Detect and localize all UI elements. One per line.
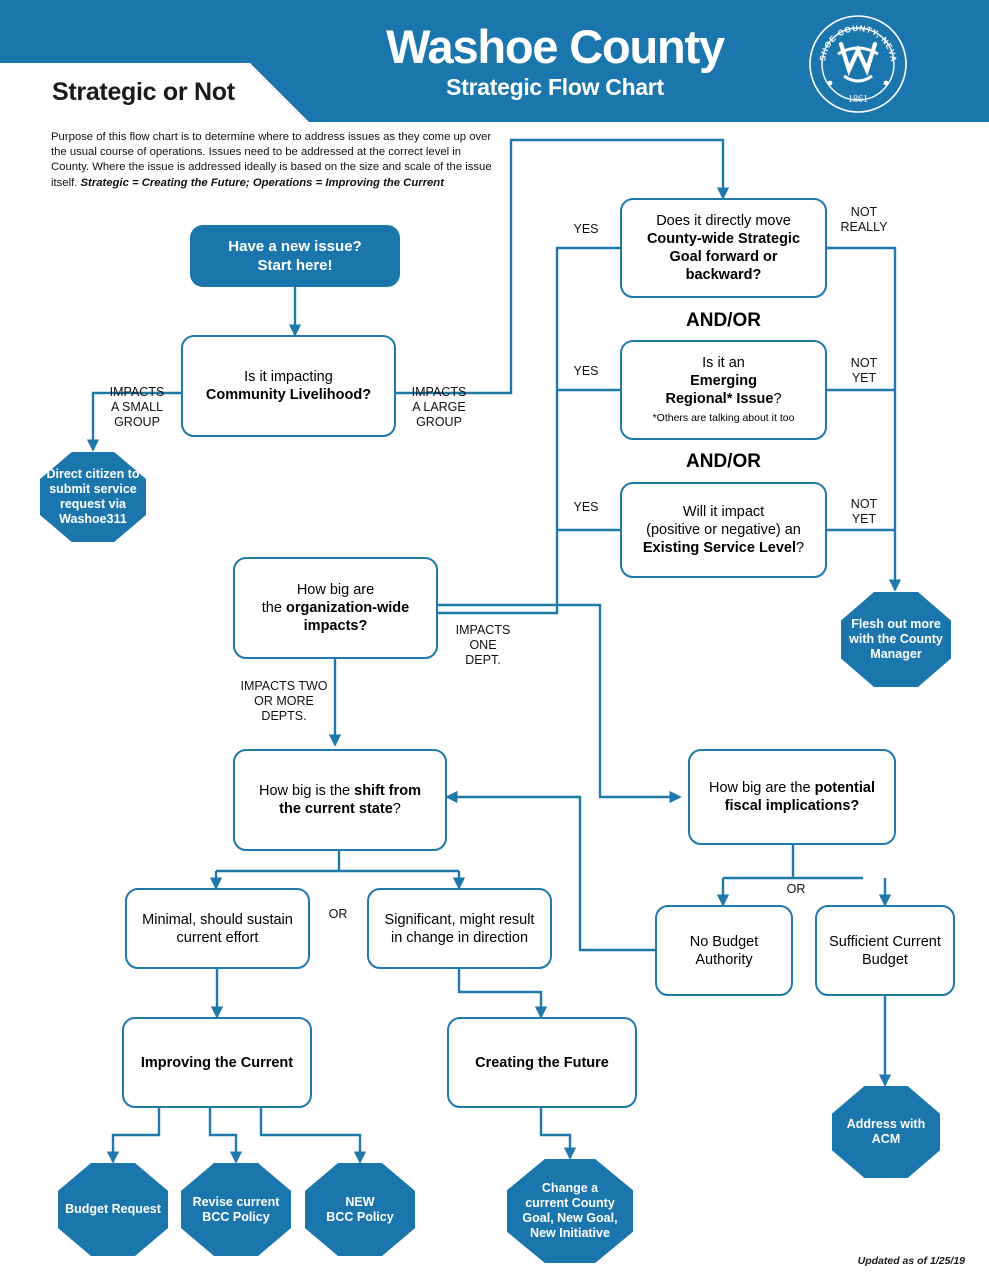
- node-organization-wide-impacts[interactable]: How big are the organization-wide impact…: [233, 557, 438, 659]
- node-change-goal-line4: New Initiative: [530, 1226, 610, 1240]
- node-shift-line2a: the current state: [279, 801, 393, 817]
- edge-label-impacts-one-dept: IMPACTS ONE DEPT.: [455, 623, 511, 667]
- node-no-budget-line1: No Budget: [689, 933, 759, 950]
- edge-label-or-right: OR: [786, 882, 806, 896]
- node-service-line1: Will it impact: [682, 504, 765, 520]
- node-orgwide-line1: How big are: [296, 582, 375, 598]
- edge-not-trunk-to-county-manager: [827, 246, 902, 592]
- node-improving-the-current[interactable]: Improving the Current: [122, 1017, 312, 1108]
- node-orgwide-line3: impacts?: [303, 618, 368, 634]
- edge-improving-to-new-bcc: [259, 1108, 367, 1164]
- node-strategic-goal-line1: Does it directly move: [656, 213, 791, 229]
- node-new-bcc-line2: BCC Policy: [326, 1209, 394, 1224]
- node-sufficient-line2: Budget: [862, 951, 908, 968]
- node-service-line4: ?: [796, 540, 805, 556]
- node-emerging-line4: ?: [773, 390, 782, 407]
- node-start-line2: Start here!: [257, 257, 333, 274]
- edge-label-not-yet-emerging: NOT YET: [850, 356, 878, 385]
- edge-creating-to-change-goal: [539, 1108, 577, 1160]
- node-community-line2: Community Livelihood?: [205, 387, 372, 403]
- node-shift-from-current-state[interactable]: How big is the shift from the current st…: [233, 749, 447, 851]
- node-fiscal-line1b: potential: [814, 780, 875, 796]
- node-existing-service-level[interactable]: Will it impact (positive or negative) an…: [620, 482, 827, 578]
- node-community-livelihood[interactable]: Is it impacting Community Livelihood?: [181, 335, 396, 437]
- node-change-goal-line2: current County: [525, 1196, 615, 1210]
- node-creating-text: Creating the Future: [475, 1054, 609, 1071]
- node-minimal-line1: Minimal, should sustain: [142, 911, 293, 928]
- connector-andor-2: AND/OR: [686, 451, 761, 472]
- node-significant-line2: in change in direction: [390, 929, 529, 946]
- node-no-budget-authority[interactable]: No Budget Authority: [655, 905, 793, 996]
- node-service-line3: Existing Service Level: [642, 540, 797, 556]
- node-orgwide-line2b: organization-wide: [285, 600, 410, 616]
- edge-label-impacts-two-or-more: IMPACTS TWO OR MORE DEPTS.: [240, 679, 328, 723]
- node-new-bcc-line1: NEW: [345, 1194, 375, 1209]
- node-sufficient-line1: Sufficient Current: [829, 933, 941, 950]
- node-county-manager-text: Flesh out more with the County Manager: [849, 617, 943, 661]
- node-emerging-regional[interactable]: Is it an Emerging Regional* Issue? *Othe…: [620, 340, 827, 440]
- edge-label-yes-service-level: YES: [573, 500, 599, 514]
- node-county-manager-octagon[interactable]: Flesh out more with the County Manager: [841, 592, 951, 687]
- node-revise-line2: BCC Policy: [202, 1209, 270, 1224]
- node-minimal-line2: current effort: [176, 929, 259, 946]
- node-shift-line1a: How big is the: [259, 783, 355, 799]
- node-change-goal-line3: Goal, New Goal,: [522, 1211, 618, 1225]
- edge-label-impacts-large-group: IMPACTS A LARGE GROUP: [411, 385, 467, 429]
- node-service-line2: (positive or negative) an: [646, 522, 801, 538]
- node-strategic-goal[interactable]: Does it directly move County-wide Strate…: [620, 198, 827, 298]
- node-emerging-line3: Regional* Issue: [665, 390, 774, 407]
- node-no-budget-line2: Authority: [695, 951, 753, 968]
- node-change-goal-line1: Change a: [541, 1181, 599, 1195]
- node-strategic-goal-line4: backward?: [685, 267, 762, 283]
- node-minimal-sustain[interactable]: Minimal, should sustain current effort: [125, 888, 310, 969]
- edge-label-not-really: NOT REALLY: [840, 205, 888, 234]
- node-emerging-line1: Is it an: [702, 354, 745, 371]
- node-significant-line1: Significant, might result: [384, 911, 535, 928]
- node-improving-text: Improving the Current: [140, 1054, 294, 1071]
- node-fiscal-line1a: How big are the: [708, 780, 815, 796]
- node-start-line1: Have a new issue?: [228, 238, 362, 255]
- node-community-line1: Is it impacting: [244, 369, 333, 385]
- edge-label-impacts-small-group: IMPACTS A SMALL GROUP: [109, 385, 165, 429]
- node-orgwide-line2a: the: [261, 600, 286, 616]
- node-emerging-line2: Emerging: [690, 372, 757, 389]
- edge-label-yes-strategic-goal: YES: [573, 222, 599, 236]
- node-strategic-goal-line3: Goal forward or: [669, 249, 778, 265]
- node-significant-change[interactable]: Significant, might result in change in d…: [367, 888, 552, 969]
- node-address-with-acm-octagon[interactable]: Address with ACM: [832, 1086, 940, 1178]
- node-fiscal-implications[interactable]: How big are the potential fiscal implica…: [688, 749, 896, 845]
- edge-improving-to-budget-request: [106, 1108, 161, 1164]
- edge-significant-to-creating: [457, 969, 548, 1019]
- node-emerging-footnote: *Others are talking about it too: [652, 411, 795, 424]
- node-washoe311-text: Direct citizen to submit service request…: [46, 467, 140, 526]
- node-creating-the-future[interactable]: Creating the Future: [447, 1017, 637, 1108]
- node-acm-line1: Address with: [846, 1117, 926, 1131]
- node-start[interactable]: Have a new issue? Start here!: [190, 225, 400, 287]
- node-fiscal-line2a: fiscal implications?: [724, 798, 860, 814]
- node-revise-line1: Revise current: [192, 1194, 280, 1209]
- node-acm-line2: ACM: [871, 1132, 901, 1146]
- node-shift-line1b: shift from: [354, 783, 421, 799]
- footer-updated-note: Updated as of 1/25/19: [857, 1255, 965, 1267]
- edge-improving-to-revise-bcc: [208, 1108, 243, 1164]
- node-strategic-goal-line2: County-wide Strategic: [646, 231, 801, 247]
- edge-label-or-left: OR: [328, 907, 348, 921]
- edge-label-yes-emerging-regional: YES: [573, 364, 599, 378]
- node-budget-request-text: Budget Request: [65, 1202, 161, 1216]
- connector-andor-1: AND/OR: [686, 310, 761, 331]
- edge-label-not-yet-service: NOT YET: [850, 497, 878, 526]
- node-sufficient-current-budget[interactable]: Sufficient Current Budget: [815, 905, 955, 996]
- flowchart-page: Washoe County Strategic Flow Chart Strat…: [0, 0, 989, 1280]
- node-shift-line2b: ?: [392, 801, 401, 817]
